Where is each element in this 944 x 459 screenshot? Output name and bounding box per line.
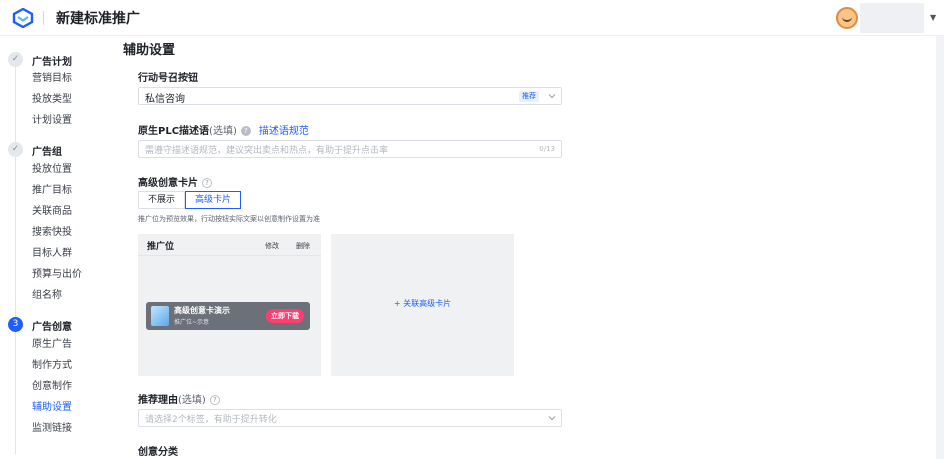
sidebar-item-budget-bid[interactable]: 预算与出价 bbox=[32, 268, 82, 282]
sidebar-section-label: 广告计划 bbox=[32, 57, 72, 68]
edit-link[interactable]: 修改 bbox=[265, 241, 279, 251]
sidebar-step-rail bbox=[15, 66, 16, 454]
section-title: 辅助设置 bbox=[123, 43, 176, 58]
check-icon: ✓ bbox=[8, 142, 23, 157]
header-divider bbox=[43, 11, 44, 25]
avatar[interactable] bbox=[836, 7, 858, 29]
category-label: 创意分类 bbox=[138, 447, 178, 458]
card-thumbnail bbox=[151, 306, 169, 326]
preview-header: 推广位 修改 删除 bbox=[138, 234, 321, 256]
card-subtitle: 推广位~示意 bbox=[174, 319, 210, 326]
sidebar-section-label: 广告组 bbox=[32, 147, 62, 158]
add-advanced-card-link[interactable]: + 关联高级卡片 bbox=[331, 298, 514, 309]
help-icon[interactable]: ? bbox=[240, 126, 251, 136]
sidebar-item-group-name[interactable]: 组名称 bbox=[32, 289, 62, 303]
app-logo-icon bbox=[12, 8, 34, 28]
plc-input-placeholder: 需遵守描述语规范，建议突出卖点和热点，有助于提升点击率 bbox=[145, 146, 389, 156]
advanced-card-label-text: 高级创意卡片 bbox=[138, 178, 198, 189]
step-number-badge: 3 bbox=[8, 317, 23, 332]
advanced-card-label: 高级创意卡片? bbox=[138, 174, 212, 189]
add-card-box[interactable]: + 关联高级卡片 bbox=[331, 234, 514, 376]
cta-select[interactable]: 私信咨询 推荐 bbox=[138, 87, 562, 105]
sidebar-item-native-ad[interactable]: 原生广告 bbox=[32, 338, 72, 352]
sidebar-section-creative[interactable]: 3 广告创意 bbox=[0, 315, 104, 335]
sidebar-item-linked-products[interactable]: 关联商品 bbox=[32, 205, 72, 219]
sidebar-item-production-method[interactable]: 制作方式 bbox=[32, 359, 72, 373]
chevron-down-icon bbox=[548, 94, 556, 99]
cta-select-value: 私信咨询 bbox=[145, 94, 185, 105]
optional-hint: (选填) bbox=[178, 395, 206, 406]
reason-select[interactable]: 请选择2个标签，有助于提升转化 bbox=[138, 409, 562, 427]
caret-down-icon[interactable]: ▼ bbox=[930, 13, 936, 22]
option-advanced-card[interactable]: 高级卡片 bbox=[185, 191, 242, 209]
main-panel: 辅助设置 行动号召按钮 私信咨询 推荐 原生PLC描述语(选填)? 描述语规范 需… bbox=[104, 36, 936, 459]
help-icon[interactable]: ? bbox=[209, 395, 220, 405]
sidebar-item-delivery-type[interactable]: 投放类型 bbox=[32, 93, 72, 107]
delete-link[interactable]: 删除 bbox=[296, 241, 310, 251]
card-title: 高级创意卡演示 bbox=[174, 306, 230, 315]
page-title: 新建标准推广 bbox=[56, 11, 140, 27]
char-counter: 0/13 bbox=[539, 145, 555, 153]
card-preview-note: 推广位为预览效果，行动按钮实际文案以创意制作设置为准 bbox=[138, 215, 320, 223]
download-button: 立即下载 bbox=[266, 309, 304, 323]
user-name-box[interactable] bbox=[860, 3, 924, 33]
preview-title: 推广位 bbox=[147, 242, 175, 252]
reason-label-text: 推荐理由 bbox=[138, 395, 178, 406]
plc-label: 原生PLC描述语(选填)? 描述语规范 bbox=[138, 122, 309, 137]
chevron-down-icon bbox=[548, 416, 556, 421]
sidebar-item-target-audience[interactable]: 目标人群 bbox=[32, 247, 72, 261]
sidebar-item-plan-settings[interactable]: 计划设置 bbox=[32, 114, 72, 128]
sidebar-item-tracking-links[interactable]: 监测链接 bbox=[32, 422, 72, 436]
sidebar-section-label: 广告创意 bbox=[32, 322, 72, 333]
recommend-tag: 推荐 bbox=[519, 91, 539, 102]
sidebar-item-marketing-goal[interactable]: 营销目标 bbox=[32, 72, 72, 86]
avatar-face-icon bbox=[842, 16, 852, 22]
sidebar-item-promo-target[interactable]: 推广目标 bbox=[32, 184, 72, 198]
plc-input[interactable]: 需遵守描述语规范，建议突出卖点和热点，有助于提升点击率 0/13 bbox=[138, 140, 562, 158]
card-toggle: 不展示 高级卡片 bbox=[138, 191, 242, 209]
reason-select-placeholder: 请选择2个标签，有助于提升转化 bbox=[145, 415, 277, 425]
sidebar: ✓ 广告计划 营销目标 投放类型 计划设置 ✓ 广告组 投放位置 推广目标 关联… bbox=[0, 36, 104, 459]
sidebar-item-auxiliary-settings[interactable]: 辅助设置 bbox=[32, 401, 72, 415]
card-preview: 推广位 修改 删除 高级创意卡演示 推广位~示意 立即下载 bbox=[138, 234, 321, 376]
cta-label: 行动号召按钮 bbox=[138, 73, 198, 84]
demo-card: 高级创意卡演示 推广位~示意 立即下载 bbox=[146, 302, 310, 330]
sidebar-item-placement[interactable]: 投放位置 bbox=[32, 163, 72, 177]
help-icon[interactable]: ? bbox=[202, 178, 212, 188]
option-hide[interactable]: 不展示 bbox=[138, 191, 186, 209]
reason-label: 推荐理由(选填)? bbox=[138, 391, 220, 406]
optional-hint: (选填) bbox=[209, 126, 237, 137]
top-bar: 新建标准推广 ▼ bbox=[0, 0, 944, 36]
plc-spec-link[interactable]: 描述语规范 bbox=[259, 126, 309, 137]
sidebar-item-search-boost[interactable]: 搜索快投 bbox=[32, 226, 72, 240]
sidebar-section-ad-group[interactable]: ✓ 广告组 bbox=[0, 140, 104, 160]
sidebar-section-plan[interactable]: ✓ 广告计划 bbox=[0, 50, 104, 70]
sidebar-item-creative-production[interactable]: 创意制作 bbox=[32, 380, 72, 394]
plc-label-text: 原生PLC描述语 bbox=[138, 126, 210, 137]
check-icon: ✓ bbox=[8, 52, 23, 67]
